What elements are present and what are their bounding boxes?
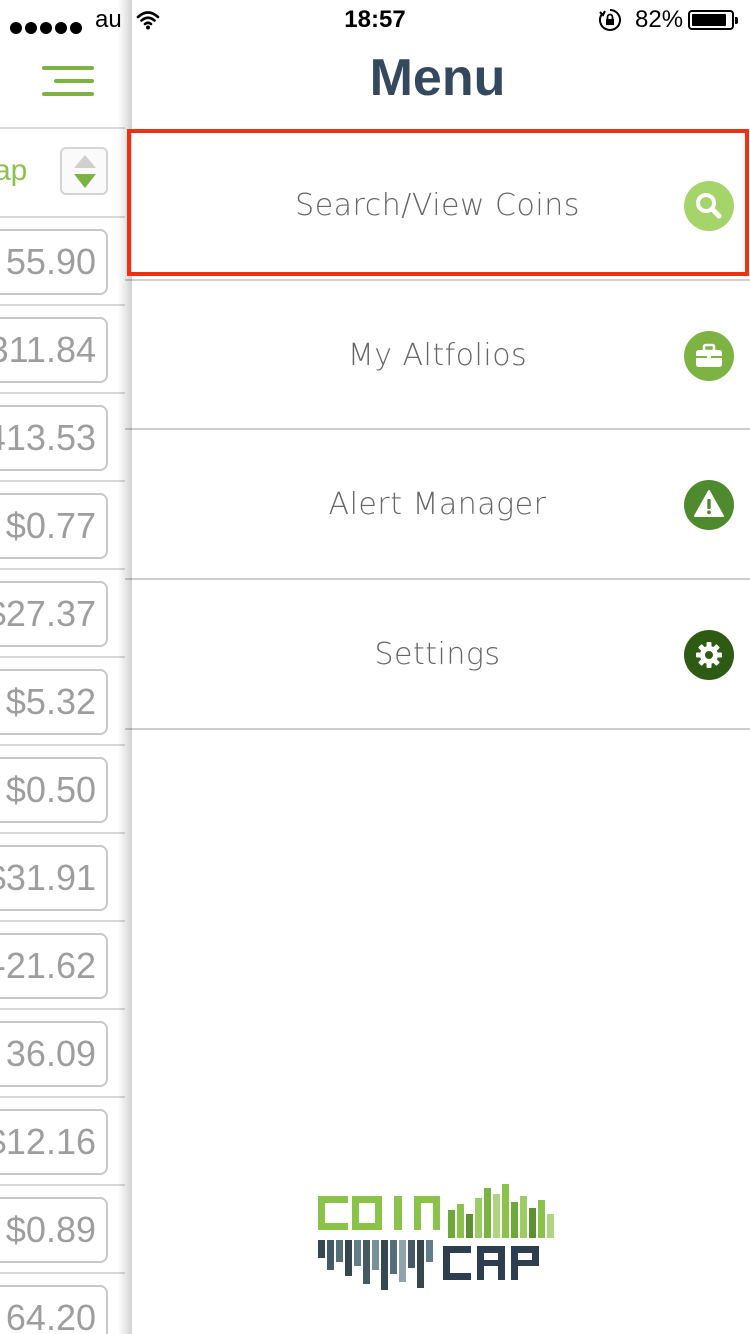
row-divider — [0, 832, 125, 834]
menu-title: Menu — [369, 49, 506, 107]
sort-up-icon — [74, 155, 96, 168]
orientation-lock-icon — [598, 8, 622, 32]
sort-column-label[interactable]: ap — [0, 154, 27, 188]
row-divider — [0, 480, 125, 482]
row-divider — [0, 744, 125, 746]
gear-icon — [684, 630, 734, 680]
row-divider — [0, 1272, 125, 1274]
status-bar: au 18:57 82% — [0, 0, 750, 40]
price-cell[interactable]: $0.77 — [0, 493, 108, 559]
menu-item-label: Settings — [374, 637, 501, 672]
menu-drawer: Menu Search/View Coins My Altfolios Aler… — [125, 0, 750, 1334]
price-cell[interactable]: 36.09 — [0, 1021, 108, 1087]
menu-item-my-altfolios[interactable]: My Altfolios — [125, 281, 750, 431]
header-divider — [0, 127, 125, 129]
battery-percent: 82% — [635, 6, 684, 33]
briefcase-icon — [684, 331, 734, 381]
price-cell[interactable]: 311.84 — [0, 317, 108, 383]
row-divider — [0, 392, 125, 394]
price-cell[interactable]: 64.20 — [0, 1285, 108, 1334]
price-cell[interactable]: 413.53 — [0, 405, 108, 471]
search-icon — [684, 181, 734, 231]
background-app-list: ap 55.90 311.84 413.53 $0.77 $27.37 $5.3… — [0, 0, 125, 1334]
price-cell[interactable]: -21.62 — [0, 933, 108, 999]
menu-item-search-view-coins[interactable]: Search/View Coins — [125, 131, 750, 281]
price-cell[interactable]: $0.89 — [0, 1197, 108, 1263]
menu-item-label: My Altfolios — [347, 338, 528, 373]
price-cell[interactable]: $12.16 — [0, 1109, 108, 1175]
warning-icon — [684, 480, 734, 530]
row-divider — [0, 920, 125, 922]
row-divider — [0, 568, 125, 570]
sort-toggle-button[interactable] — [60, 147, 108, 195]
row-divider — [0, 656, 125, 658]
price-cell[interactable]: $27.37 — [0, 581, 108, 647]
menu-item-label: Alert Manager — [328, 487, 547, 522]
price-cell[interactable]: 55.90 — [0, 229, 108, 295]
drawer-shadow — [118, 0, 132, 1334]
sort-down-icon — [74, 174, 96, 188]
menu-item-alert-manager[interactable]: Alert Manager — [125, 430, 750, 580]
row-divider — [0, 216, 125, 218]
battery-icon — [688, 10, 738, 30]
price-cell[interactable]: $31.91 — [0, 845, 108, 911]
coincap-logo — [318, 1184, 562, 1296]
row-divider — [0, 1096, 125, 1098]
menu-divider — [125, 728, 750, 730]
price-cell[interactable]: $0.50 — [0, 757, 108, 823]
menu-item-settings[interactable]: Settings — [125, 580, 750, 730]
hamburger-menu-icon[interactable] — [42, 66, 94, 96]
row-divider — [0, 304, 125, 306]
menu-item-label: Search/View Coins — [295, 188, 580, 223]
row-divider — [0, 1184, 125, 1186]
price-cell[interactable]: $5.32 — [0, 669, 108, 735]
row-divider — [0, 1008, 125, 1010]
